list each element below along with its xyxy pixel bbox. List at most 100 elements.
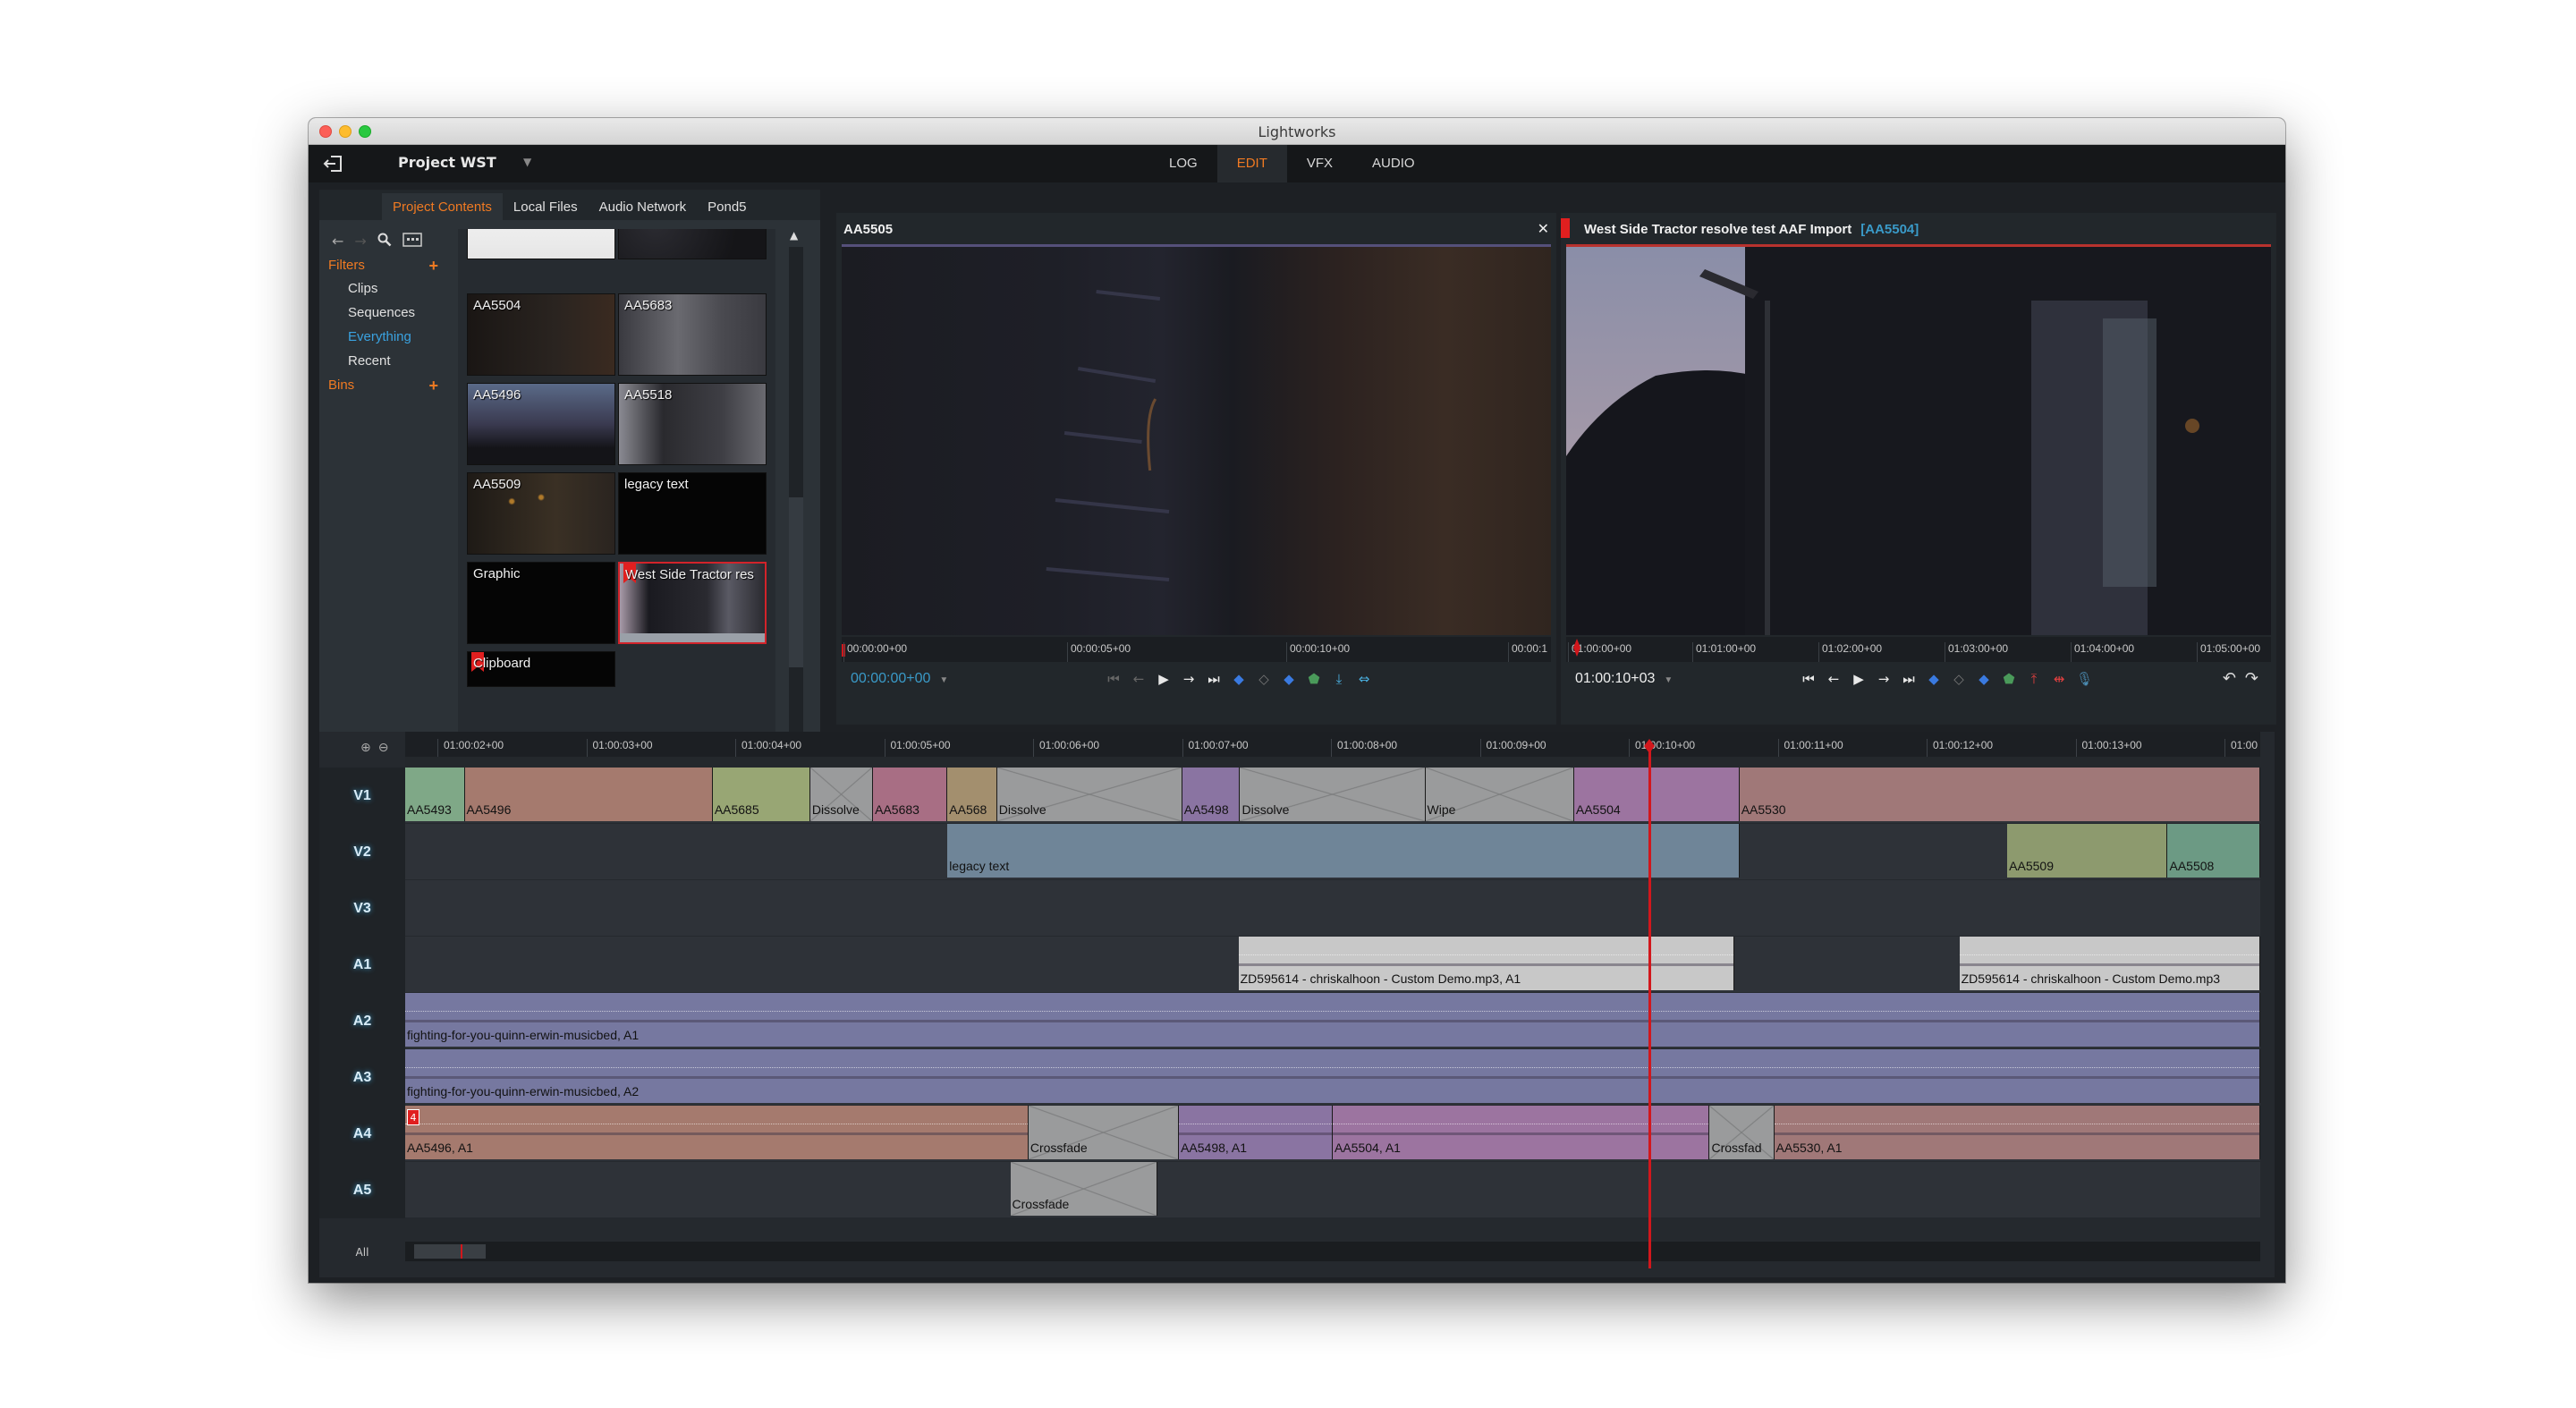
tab-log[interactable]: LOG bbox=[1149, 145, 1217, 182]
timeline-clip[interactable]: AA5683 bbox=[873, 768, 948, 821]
tab-vfx[interactable]: VFX bbox=[1287, 145, 1352, 182]
timeline-scrollbar[interactable] bbox=[405, 1242, 2260, 1261]
scroll-up-icon[interactable]: ▲ bbox=[790, 229, 798, 242]
timeline-clip[interactable]: AA5685 bbox=[712, 768, 810, 821]
timeline-clip[interactable]: AA5530, A1 bbox=[1774, 1106, 2260, 1159]
view-mode-icon[interactable] bbox=[402, 233, 422, 250]
add-bin-icon[interactable]: + bbox=[428, 377, 438, 395]
thumbnail-item[interactable]: AA5504 bbox=[467, 293, 615, 376]
track-label[interactable]: V1 bbox=[319, 768, 405, 824]
source-ruler[interactable]: 00:00:00+00 00:00:05+00 00:00:10+00 00:00:1 bbox=[842, 637, 1551, 662]
timeline-clip[interactable]: 4 AA5496, A1 bbox=[405, 1106, 1029, 1159]
filter-everything[interactable]: Everything bbox=[319, 329, 449, 353]
thumbnail-item[interactable] bbox=[467, 229, 615, 259]
track-lane[interactable]: AA5493 AA5496 AA5685 Dissolve AA5683 AA568 Dis… bbox=[405, 768, 2260, 823]
thumbnail-item[interactable]: AA5683 bbox=[618, 293, 767, 376]
track-label[interactable]: A5 bbox=[319, 1162, 405, 1218]
step-back-icon[interactable]: ← bbox=[1826, 671, 1842, 687]
source-timecode[interactable]: 00:00:00+00 ▼ bbox=[851, 671, 948, 687]
track-lane[interactable]: fighting-for-you-quinn-erwin-musicbed, A… bbox=[405, 993, 2260, 1048]
timeline-clip[interactable]: AA568 bbox=[947, 768, 997, 821]
timeline-clip[interactable]: fighting-for-you-quinn-erwin-musicbed, A… bbox=[405, 993, 2260, 1047]
timeline-clip[interactable]: AA5498 bbox=[1182, 768, 1241, 821]
tab-project-contents[interactable]: Project Contents bbox=[382, 193, 503, 220]
forward-arrow-icon[interactable]: → bbox=[354, 233, 366, 250]
go-to-start-icon[interactable]: ⏮ bbox=[1801, 671, 1817, 687]
tab-edit[interactable]: EDIT bbox=[1216, 145, 1287, 182]
zoom-out-icon[interactable]: ⊖ bbox=[378, 741, 389, 755]
track-lane[interactable]: Crossfade bbox=[405, 1162, 2260, 1217]
tab-audio[interactable]: AUDIO bbox=[1352, 145, 1435, 182]
thumbnail-item[interactable]: legacy text bbox=[618, 472, 767, 555]
play-icon[interactable]: ▶ bbox=[1156, 671, 1172, 687]
mark-clip-icon[interactable]: ⬟ bbox=[1306, 671, 1322, 687]
thumbnail-item[interactable]: AA5518 bbox=[618, 383, 767, 465]
timeline-clip[interactable]: legacy text bbox=[947, 824, 1740, 878]
timeline-clip[interactable]: AA5504 bbox=[1573, 768, 1740, 821]
record-timecode[interactable]: 01:00:10+03 ▼ bbox=[1575, 671, 1673, 687]
record-video-frame[interactable] bbox=[1566, 247, 2271, 635]
delete-icon[interactable]: ⇹ bbox=[2051, 671, 2067, 687]
source-video-frame[interactable] bbox=[842, 247, 1551, 635]
transition-clip[interactable]: Crossfad bbox=[1709, 1106, 1775, 1159]
play-icon[interactable]: ▶ bbox=[1851, 671, 1867, 687]
track-lane[interactable] bbox=[405, 880, 2260, 936]
close-icon[interactable]: ✕ bbox=[1538, 220, 1549, 237]
thumbnail-item[interactable] bbox=[618, 229, 767, 259]
track-lane[interactable]: ZD595614 - chriskalhoon - Custom Demo.mp… bbox=[405, 937, 2260, 992]
timeline-clip[interactable]: AA5504, A1 bbox=[1333, 1106, 1710, 1159]
zoom-in-icon[interactable]: ⊕ bbox=[360, 741, 371, 755]
transition-clip[interactable]: Dissolve bbox=[809, 768, 874, 821]
transition-clip[interactable]: Dissolve bbox=[1240, 768, 1426, 821]
project-dropdown-icon[interactable]: ▼ bbox=[523, 156, 531, 168]
track-label[interactable]: A2 bbox=[319, 993, 405, 1049]
timeline-clip[interactable]: AA5498, A1 bbox=[1179, 1106, 1333, 1159]
timeline-scroll-thumb[interactable] bbox=[414, 1244, 486, 1259]
thumbnail-item[interactable]: West Side Tractor res bbox=[618, 562, 767, 644]
thumbnail-item[interactable]: AA5496 bbox=[467, 383, 615, 465]
track-lane[interactable]: legacy text AA5509 AA5508 bbox=[405, 824, 2260, 879]
dropdown-icon[interactable]: ▼ bbox=[939, 675, 948, 685]
go-to-end-icon[interactable]: ⏭ bbox=[1901, 671, 1917, 687]
dropdown-icon[interactable]: ▼ bbox=[1664, 675, 1673, 685]
tab-audio-network[interactable]: Audio Network bbox=[589, 193, 698, 220]
undo-icon[interactable]: ↶ bbox=[2223, 669, 2236, 688]
microphone-icon[interactable]: 🎙 bbox=[2076, 671, 2093, 687]
tab-pond5[interactable]: Pond5 bbox=[697, 193, 757, 220]
track-label[interactable]: A4 bbox=[319, 1106, 405, 1162]
thumbnail-item[interactable]: AA5509 bbox=[467, 472, 615, 555]
filter-sequences[interactable]: Sequences bbox=[319, 305, 449, 329]
filter-clips[interactable]: Clips bbox=[319, 281, 449, 305]
step-forward-icon[interactable]: → bbox=[1181, 671, 1197, 687]
clear-marks-icon[interactable]: ◇ bbox=[1951, 671, 1967, 687]
timeline-clip[interactable]: AA5509 bbox=[2007, 824, 2168, 878]
back-arrow-icon[interactable]: ← bbox=[332, 233, 343, 250]
insert-icon[interactable]: ⤓ bbox=[1331, 671, 1347, 687]
step-back-icon[interactable]: ← bbox=[1131, 671, 1147, 687]
timeline-clip[interactable]: fighting-for-you-quinn-erwin-musicbed, A… bbox=[405, 1049, 2260, 1103]
tab-local-files[interactable]: Local Files bbox=[503, 193, 589, 220]
track-label[interactable]: V3 bbox=[319, 880, 405, 937]
exit-project-icon[interactable] bbox=[323, 154, 344, 174]
thumbnail-item[interactable]: Clipboard bbox=[467, 651, 615, 687]
remove-icon[interactable]: ⤒ bbox=[2026, 671, 2042, 687]
search-icon[interactable] bbox=[377, 233, 392, 250]
mark-out-icon[interactable]: ◆ bbox=[1976, 671, 1992, 687]
timeline-ruler[interactable]: 01:00:02+00 01:00:03+00 01:00:04+00 01:00:0… bbox=[405, 732, 2260, 757]
transition-clip[interactable]: Wipe bbox=[1425, 768, 1574, 821]
playhead[interactable] bbox=[1648, 744, 1651, 1268]
scroll-thumb[interactable] bbox=[789, 497, 803, 667]
transition-clip[interactable]: Crossfade bbox=[1028, 1106, 1180, 1159]
transition-clip[interactable]: Crossfade bbox=[1010, 1162, 1158, 1216]
timeline-clip[interactable]: AA5496 bbox=[464, 768, 713, 821]
timeline-clip[interactable]: ZD595614 - chriskalhoon - Custom Demo.mp… bbox=[1238, 937, 1735, 990]
thumbnail-item[interactable]: Graphic bbox=[467, 562, 615, 644]
mark-in-icon[interactable]: ◆ bbox=[1926, 671, 1942, 687]
filter-recent[interactable]: Recent bbox=[319, 353, 449, 377]
replace-icon[interactable]: ⇔ bbox=[1356, 671, 1372, 687]
record-ruler[interactable]: 01:00:00+00 01:01:00+00 01:02:00+00 01:03:0… bbox=[1566, 637, 2271, 662]
timeline-clip[interactable]: ZD595614 - chriskalhoon - Custom Demo.mp… bbox=[1959, 937, 2260, 990]
timeline-clip[interactable]: AA5530 bbox=[1739, 768, 2260, 821]
track-label[interactable]: A1 bbox=[319, 937, 405, 993]
step-forward-icon[interactable]: → bbox=[1876, 671, 1892, 687]
